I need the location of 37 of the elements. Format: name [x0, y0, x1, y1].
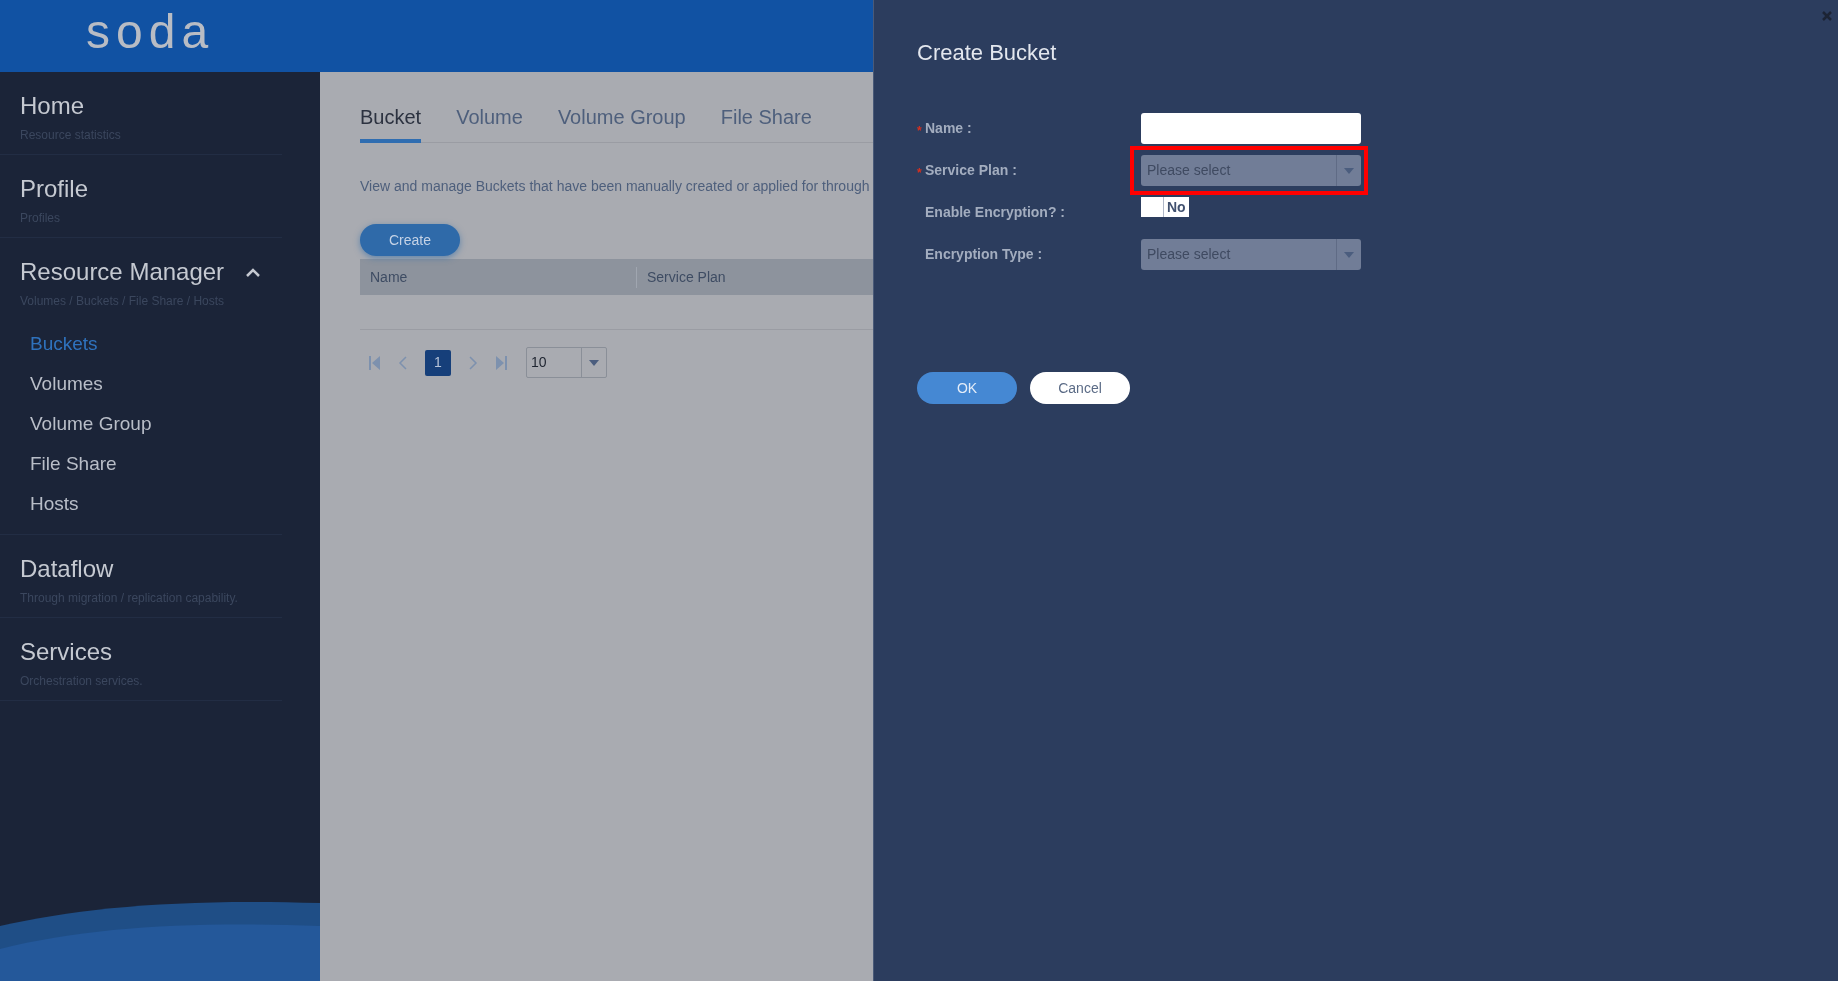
field-label: Enable Encryption? : — [925, 203, 1065, 222]
cancel-button[interactable]: Cancel — [1030, 372, 1130, 404]
chevron-up-icon[interactable] — [246, 267, 261, 277]
nav-item[interactable]: Hosts — [0, 484, 282, 524]
nav-title[interactable]: Home — [20, 88, 85, 124]
nav-title[interactable]: Dataflow — [20, 551, 114, 587]
caret-icon — [1344, 167, 1354, 174]
caret-icon — [589, 359, 599, 366]
field-label: Encryption Type : — [925, 245, 1043, 264]
page-size-value: 10 — [530, 353, 548, 372]
dialog-title: Create Bucket — [917, 39, 1058, 67]
field-label: Name : — [925, 119, 972, 138]
nav-item[interactable]: Volume Group — [0, 404, 282, 444]
column-header: Service Plan — [646, 267, 726, 287]
required-icon: * — [917, 165, 922, 180]
next-page-icon[interactable] — [469, 355, 478, 370]
nav-title[interactable]: Services — [20, 634, 113, 670]
tab[interactable]: Bucket — [360, 94, 422, 143]
description-text: View and manage Buckets that have been manually created or applied for through — [360, 177, 871, 196]
page-size-select[interactable]: 10 — [526, 347, 607, 378]
name-field[interactable] — [1141, 113, 1361, 144]
last-page-icon[interactable] — [496, 355, 508, 370]
required-icon: * — [917, 123, 922, 138]
nav-item[interactable]: Volumes — [0, 364, 282, 404]
nav-title[interactable]: Resource Manager — [20, 254, 225, 290]
logo: soda — [86, 8, 215, 56]
field-label: Service Plan : — [925, 161, 1017, 180]
page-button[interactable]: 1 — [425, 349, 451, 376]
column-header: Name — [360, 266, 637, 288]
encryption-toggle[interactable]: No — [1141, 196, 1189, 217]
first-page-icon[interactable] — [368, 355, 380, 370]
caret-icon — [1344, 251, 1354, 258]
create-button[interactable]: Create — [360, 224, 460, 256]
nav-item[interactable]: File Share — [0, 444, 282, 484]
close-icon[interactable] — [1822, 11, 1832, 21]
previous-page-icon[interactable] — [398, 355, 407, 370]
nav-title[interactable]: Profile — [20, 171, 89, 207]
